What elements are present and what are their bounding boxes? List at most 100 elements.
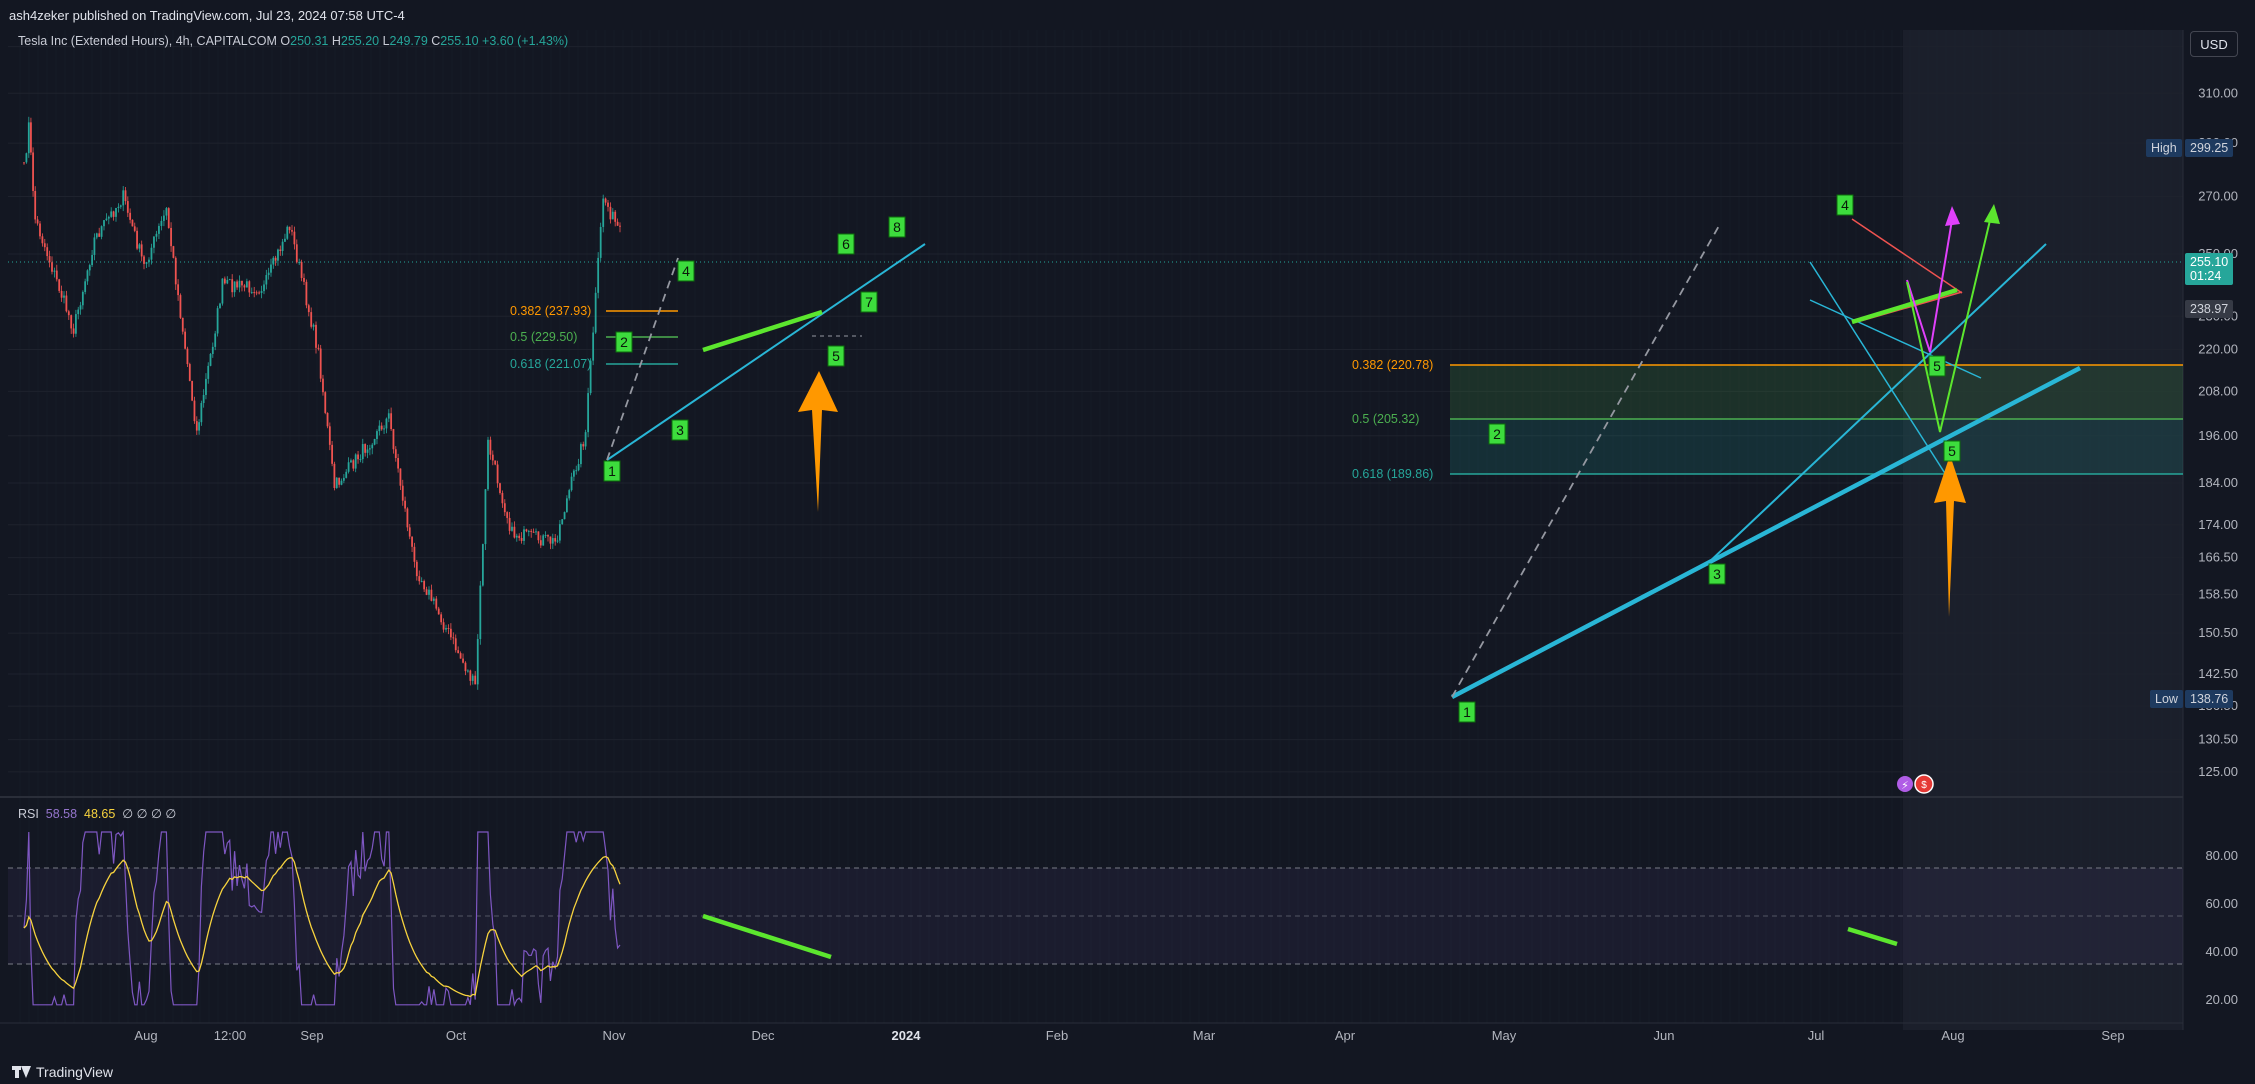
candle-body xyxy=(243,285,246,288)
candle-body xyxy=(253,292,256,294)
candle-body xyxy=(607,202,609,207)
candle-body xyxy=(604,198,607,203)
candle-body xyxy=(75,314,77,334)
candle-body xyxy=(449,628,452,638)
candle-body xyxy=(107,216,110,219)
candle-body xyxy=(420,581,423,583)
candle-body xyxy=(376,431,378,439)
candle-body xyxy=(542,535,545,546)
candle-body xyxy=(594,292,597,333)
currency-button[interactable]: USD xyxy=(2190,31,2238,57)
candle-body xyxy=(191,380,194,401)
candle-body xyxy=(614,211,617,222)
candle-body xyxy=(265,275,268,285)
candle-body xyxy=(364,444,367,453)
candle-body xyxy=(359,459,362,461)
price-axis-label: 270.00 xyxy=(2198,189,2238,204)
time-axis-label: Jun xyxy=(1654,1028,1675,1043)
rsi-axis-label: 40.00 xyxy=(2205,944,2238,959)
candle-body xyxy=(328,426,331,445)
candle-body xyxy=(411,536,413,547)
rsi-value: 58.58 xyxy=(45,807,78,821)
candle-body xyxy=(535,531,537,533)
candle-body xyxy=(457,650,460,654)
candle-body xyxy=(467,670,469,672)
symbol-title: Tesla Inc (Extended Hours), 4h, CAPITALC… xyxy=(18,34,277,48)
time-axis-label: Aug xyxy=(1941,1028,1964,1043)
candle-body xyxy=(310,312,313,327)
candle-body xyxy=(25,153,28,163)
fib-zone-lower xyxy=(1450,419,2183,474)
candle-body xyxy=(260,291,263,293)
candle-body xyxy=(72,328,75,334)
candle-body xyxy=(406,508,409,528)
rsi-axis-label: 60.00 xyxy=(2205,896,2238,911)
candle-body xyxy=(508,517,511,531)
candle-body xyxy=(126,201,129,213)
price-axis-label: 184.00 xyxy=(2198,475,2238,490)
time-axis-label: Sep xyxy=(2101,1028,2124,1043)
candle-body xyxy=(408,527,411,537)
candle-body xyxy=(366,449,369,453)
candle-body xyxy=(616,221,619,226)
candle-body xyxy=(205,378,207,395)
candle-body xyxy=(347,462,350,472)
rsi-label: RSI xyxy=(18,807,39,821)
change-value: +3.60 (+1.43%) xyxy=(482,34,569,48)
price-axis-label: 196.00 xyxy=(2198,428,2238,443)
candle-body xyxy=(390,413,393,430)
candle-body xyxy=(202,394,205,404)
candle-body xyxy=(520,537,523,541)
candle-body xyxy=(153,236,155,248)
candle-body xyxy=(312,324,315,327)
candle-body xyxy=(245,281,248,288)
candle-body xyxy=(58,279,61,291)
candle-body xyxy=(484,489,487,545)
candle-body xyxy=(193,400,196,422)
candle-body xyxy=(124,190,127,202)
candle-body xyxy=(317,347,320,349)
candle-body xyxy=(148,259,150,263)
candle-body xyxy=(221,278,224,304)
time-axis-label: Dec xyxy=(751,1028,775,1043)
candle-body xyxy=(115,207,117,217)
candle-body xyxy=(584,432,587,447)
price-axis-label: 220.00 xyxy=(2198,342,2238,357)
candle-body xyxy=(226,280,229,284)
candle-body xyxy=(494,460,497,465)
candle-body xyxy=(117,206,120,208)
candle-body xyxy=(335,477,338,488)
candle-body xyxy=(544,535,547,537)
wave-label-text: 2 xyxy=(1493,426,1501,442)
candle-body xyxy=(30,122,32,153)
candle-body xyxy=(84,281,87,292)
candle-body xyxy=(238,280,241,288)
candle-body xyxy=(597,257,600,293)
candle-body xyxy=(440,614,443,623)
time-axis-label: Mar xyxy=(1193,1028,1216,1043)
time-axis-label: Aug xyxy=(134,1028,157,1043)
fib-label-right: 0.382 (220.78) xyxy=(1352,358,1433,372)
candle-body xyxy=(303,277,305,282)
candle-body xyxy=(471,675,474,681)
time-axis-label: 12:00 xyxy=(214,1028,247,1043)
candle-body xyxy=(195,421,198,431)
candle-body xyxy=(209,353,212,366)
chart-canvas[interactable]: 1 2 3 4 5 6 7 8 1 2 3 4 5 5 0.382 (237.93) 0.5 (229.50… xyxy=(0,0,2255,1084)
candle-body xyxy=(160,220,163,226)
rsi-axis-label: 80.00 xyxy=(2205,848,2238,863)
candle-body xyxy=(418,576,421,582)
open-label: O xyxy=(280,34,291,48)
low-badge-value: 138.76 xyxy=(2185,690,2234,708)
candle-body xyxy=(219,303,221,309)
candle-body xyxy=(452,637,455,639)
candle-body xyxy=(103,220,105,227)
candle-body xyxy=(474,675,477,685)
candle-body xyxy=(39,223,41,237)
high-label: H xyxy=(331,34,341,48)
wave-label-text: 6 xyxy=(842,236,850,252)
candle-body xyxy=(174,257,177,285)
candle-body xyxy=(547,535,549,537)
candle-body xyxy=(437,608,440,615)
candle-body xyxy=(228,279,231,281)
